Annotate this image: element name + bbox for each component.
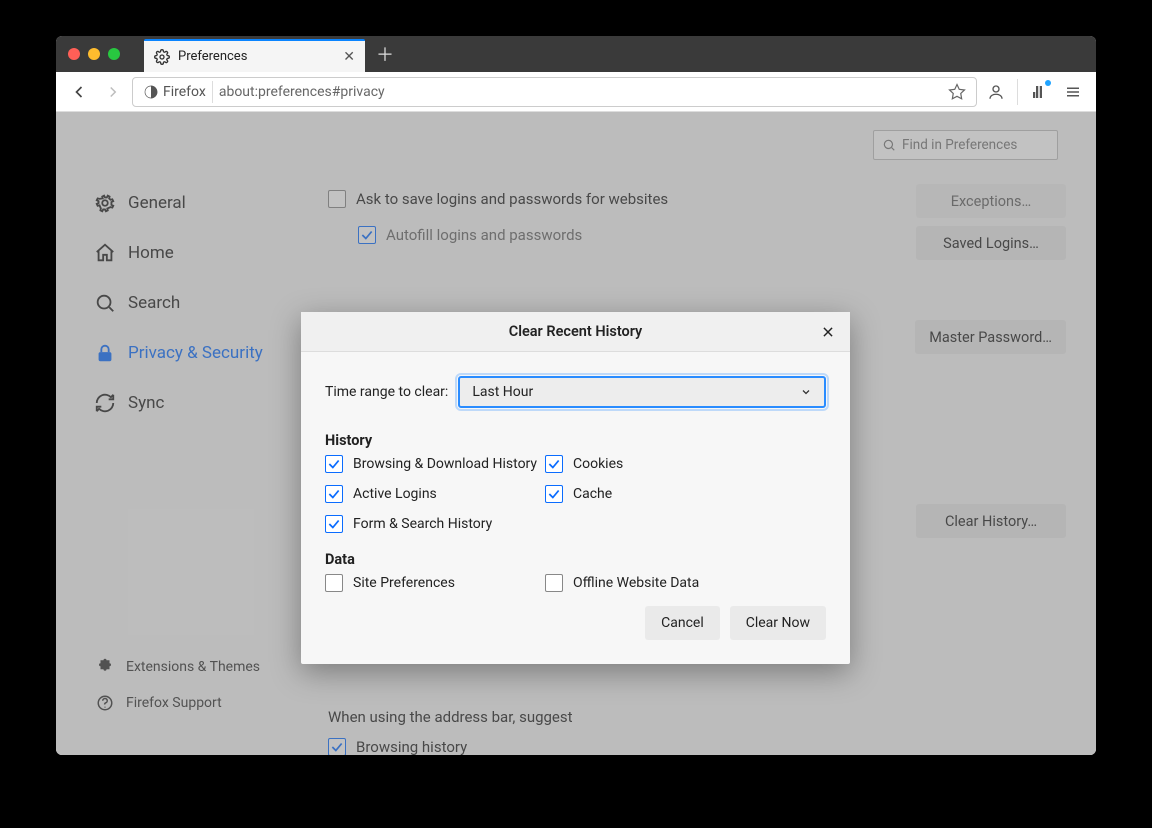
checkbox-label: Browsing & Download History xyxy=(353,456,537,472)
identity-label: Firefox xyxy=(163,84,206,100)
tab-close-icon[interactable]: ✕ xyxy=(343,49,355,65)
clear-history-dialog: Clear Recent History Time range to clear… xyxy=(301,312,850,664)
library-icon[interactable] xyxy=(1024,77,1054,107)
section-history-header: History xyxy=(325,432,826,449)
toolbar-separator xyxy=(1017,79,1018,105)
tabstrip: Preferences ✕ ＋ xyxy=(56,36,1096,72)
checkbox-offline-website-data[interactable]: Offline Website Data xyxy=(545,574,826,592)
checkbox-label: Form & Search History xyxy=(353,516,492,532)
checkbox-label: Active Logins xyxy=(353,486,437,502)
checkbox-site-preferences[interactable]: Site Preferences xyxy=(325,574,545,592)
menu-icon[interactable] xyxy=(1058,77,1088,107)
preferences-content: Find in Preferences General Home Search … xyxy=(56,112,1096,755)
close-window-button[interactable] xyxy=(68,48,80,60)
identity-box[interactable]: Firefox xyxy=(137,81,213,103)
cancel-button[interactable]: Cancel xyxy=(645,606,720,640)
back-button[interactable] xyxy=(64,77,94,107)
time-range-label: Time range to clear: xyxy=(325,384,448,400)
time-range-select[interactable]: Last Hour xyxy=(458,376,826,408)
dialog-body: Time range to clear: Last Hour History B… xyxy=(301,352,850,664)
clear-now-button[interactable]: Clear Now xyxy=(730,606,826,640)
checkbox-cookies[interactable]: Cookies xyxy=(545,455,826,473)
toolbar: Firefox xyxy=(56,72,1096,112)
gear-icon xyxy=(154,49,170,65)
section-data-header: Data xyxy=(325,551,826,568)
checkbox-browsing-download-history[interactable]: Browsing & Download History xyxy=(325,455,545,473)
checkbox-cache[interactable]: Cache xyxy=(545,485,826,503)
checkbox-label: Cookies xyxy=(573,456,623,472)
checkbox-label: Cache xyxy=(573,486,612,502)
checkbox-label: Offline Website Data xyxy=(573,575,699,591)
tab-title: Preferences xyxy=(178,49,335,64)
bookmark-star-icon[interactable] xyxy=(942,77,972,107)
url-bar[interactable]: Firefox xyxy=(132,77,977,107)
tab-preferences[interactable]: Preferences ✕ xyxy=(144,39,365,72)
checkbox-form-search-history[interactable]: Form & Search History xyxy=(325,515,545,533)
checkbox-label: Site Preferences xyxy=(353,575,455,591)
url-input[interactable] xyxy=(219,84,936,100)
forward-button[interactable] xyxy=(98,77,128,107)
dialog-close-button[interactable] xyxy=(816,320,840,344)
window-controls xyxy=(68,48,120,60)
minimize-window-button[interactable] xyxy=(88,48,100,60)
maximize-window-button[interactable] xyxy=(108,48,120,60)
browser-window: Preferences ✕ ＋ Firefox xyxy=(56,36,1096,755)
time-range-value: Last Hour xyxy=(472,384,533,400)
new-tab-button[interactable]: ＋ xyxy=(367,36,403,72)
dialog-titlebar: Clear Recent History xyxy=(301,312,850,352)
chevron-down-icon xyxy=(800,386,812,398)
dialog-title: Clear Recent History xyxy=(509,323,643,340)
account-icon[interactable] xyxy=(981,77,1011,107)
checkbox-active-logins[interactable]: Active Logins xyxy=(325,485,545,503)
